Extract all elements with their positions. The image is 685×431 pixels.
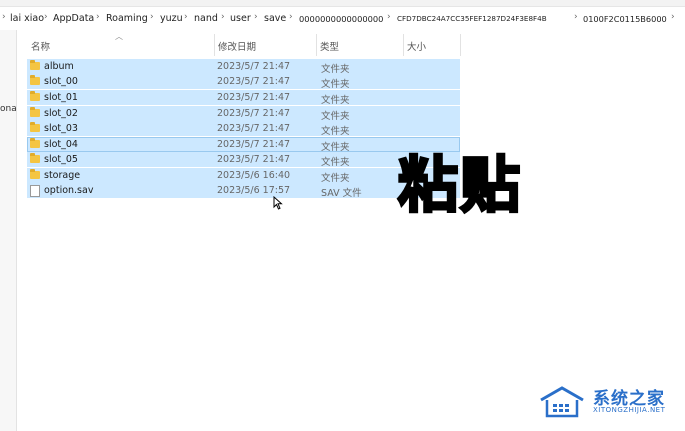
breadcrumb-item-user[interactable]: user xyxy=(230,13,251,24)
breadcrumb-item-title-id[interactable]: 0100F2C0115B6000 xyxy=(583,14,667,24)
file-name: slot_01 xyxy=(44,92,78,103)
file-name: option.sav xyxy=(44,185,94,196)
breadcrumb-item-user-id[interactable]: 0000000000000000 xyxy=(299,14,383,24)
file-name: slot_04 xyxy=(44,139,78,150)
column-divider[interactable] xyxy=(214,34,215,56)
file-type: SAV 文件 xyxy=(321,188,362,199)
file-row[interactable]: slot_00 2023/5/7 21:47 文件夹 xyxy=(27,74,460,90)
file-type: 文件夹 xyxy=(321,173,350,184)
window-top-strip xyxy=(0,0,685,7)
breadcrumb-separator: › xyxy=(150,12,154,22)
file-row[interactable]: slot_03 2023/5/7 21:47 文件夹 xyxy=(27,121,460,137)
column-divider[interactable] xyxy=(460,34,461,56)
file-type: 文件夹 xyxy=(321,79,350,90)
column-divider[interactable] xyxy=(316,34,317,56)
file-type: 文件夹 xyxy=(321,95,350,106)
file-date: 2023/5/7 21:47 xyxy=(217,123,291,134)
file-row[interactable]: slot_01 2023/5/7 21:47 文件夹 xyxy=(27,90,460,106)
column-divider[interactable] xyxy=(403,34,404,56)
breadcrumb-item-yuzu[interactable]: yuzu xyxy=(160,13,183,24)
breadcrumb-separator: › xyxy=(221,12,225,22)
navigation-pane-item[interactable] xyxy=(0,38,16,58)
file-row[interactable]: album 2023/5/7 21:47 文件夹 xyxy=(27,59,460,75)
navigation-pane[interactable]: ona xyxy=(0,30,17,431)
column-header-date-label: 修改日期 xyxy=(218,42,257,53)
column-header-date[interactable]: 修改日期 xyxy=(216,34,316,56)
file-name: slot_00 xyxy=(44,76,78,87)
mouse-cursor-icon xyxy=(273,196,283,210)
breadcrumb-item-lai-xiao[interactable]: lai xiao xyxy=(10,13,44,24)
breadcrumb-item-roaming[interactable]: Roaming xyxy=(106,13,148,24)
file-row[interactable]: slot_04 2023/5/7 21:47 文件夹 xyxy=(27,137,460,153)
breadcrumb-separator: › xyxy=(574,12,578,22)
watermark-subtitle: XITONGZHIJIA.NET xyxy=(593,406,666,414)
breadcrumb-separator: › xyxy=(184,12,188,22)
breadcrumb-separator: › xyxy=(2,12,6,22)
column-header-name-label: 名称 xyxy=(31,42,51,53)
breadcrumb-separator: › xyxy=(96,12,100,22)
navigation-pane-item-label: ona xyxy=(0,104,17,114)
watermark-logo-icon xyxy=(540,386,584,418)
file-date: 2023/5/7 21:47 xyxy=(217,61,291,72)
file-date: 2023/5/7 21:47 xyxy=(217,76,291,87)
breadcrumb-separator: › xyxy=(289,12,293,22)
breadcrumb: › lai xiao › AppData › Roaming › yuzu › … xyxy=(0,10,685,28)
file-row[interactable]: option.sav 2023/5/6 17:57 SAV 文件 xyxy=(27,183,460,199)
file-date: 2023/5/7 21:47 xyxy=(217,108,291,119)
column-header-size-label: 大小 xyxy=(407,42,427,53)
file-row[interactable]: storage 2023/5/6 16:40 文件夹 xyxy=(27,168,460,184)
file-name: slot_05 xyxy=(44,154,78,165)
column-header-size[interactable]: 大小 xyxy=(405,34,460,56)
file-type: 文件夹 xyxy=(321,157,350,168)
breadcrumb-separator: › xyxy=(44,12,48,22)
file-row[interactable]: slot_02 2023/5/7 21:47 文件夹 xyxy=(27,106,460,122)
file-type: 文件夹 xyxy=(321,142,350,153)
column-header-type-label: 类型 xyxy=(320,42,340,53)
file-date: 2023/5/6 17:57 xyxy=(217,185,291,196)
breadcrumb-item-profile-hash[interactable]: CFD7DBC24A7CC35FEF1287D24F3E8F4B xyxy=(397,14,547,23)
file-type: 文件夹 xyxy=(321,111,350,122)
file-date: 2023/5/7 21:47 xyxy=(217,154,291,165)
file-date: 2023/5/7 21:47 xyxy=(217,139,291,150)
file-type: 文件夹 xyxy=(321,126,350,137)
breadcrumb-item-nand[interactable]: nand xyxy=(194,13,218,24)
file-row[interactable]: slot_05 2023/5/7 21:47 文件夹 xyxy=(27,152,460,168)
breadcrumb-separator: › xyxy=(254,12,258,22)
file-date: 2023/5/7 21:47 xyxy=(217,92,291,103)
breadcrumb-separator: › xyxy=(671,12,675,22)
breadcrumb-item-appdata[interactable]: AppData xyxy=(53,13,94,24)
file-name: slot_03 xyxy=(44,123,78,134)
file-date: 2023/5/6 16:40 xyxy=(217,170,291,181)
breadcrumb-item-save[interactable]: save xyxy=(264,13,286,24)
file-name: album xyxy=(44,61,74,72)
paste-caption: 粘贴 xyxy=(397,150,522,223)
file-name: storage xyxy=(44,170,81,181)
column-header-type[interactable]: 类型 xyxy=(318,34,403,56)
breadcrumb-separator: › xyxy=(387,12,391,22)
file-type: 文件夹 xyxy=(321,64,350,75)
file-name: slot_02 xyxy=(44,108,78,119)
column-header-name[interactable]: 名称 xyxy=(29,34,215,56)
